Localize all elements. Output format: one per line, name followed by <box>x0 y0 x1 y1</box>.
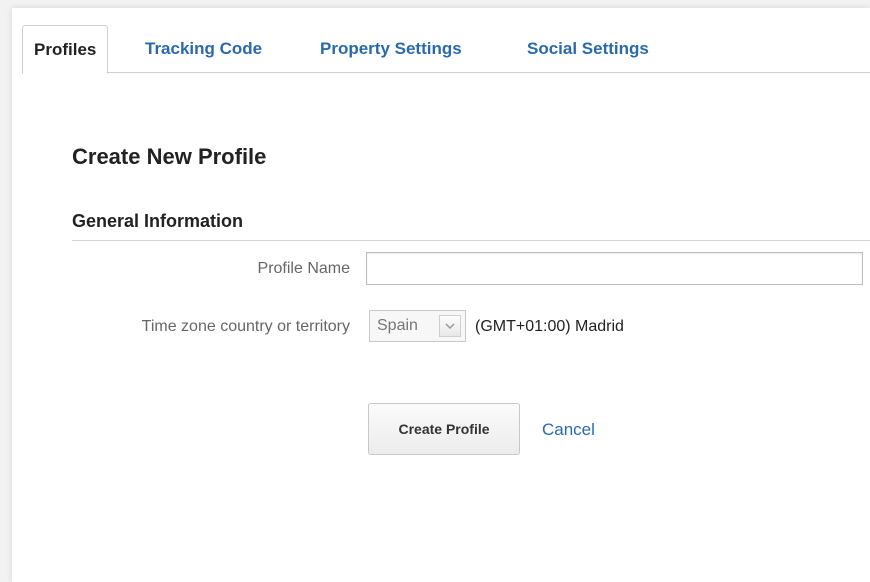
tab-property-settings[interactable]: Property Settings <box>320 25 462 72</box>
timezone-country-select[interactable]: Spain <box>369 310 466 342</box>
tab-tracking-code[interactable]: Tracking Code <box>145 25 262 72</box>
page-title: Create New Profile <box>72 144 267 169</box>
section-divider <box>72 240 870 241</box>
profile-name-label: Profile Name <box>257 260 350 277</box>
timezone-country-value: Spain <box>377 317 418 334</box>
profile-name-input[interactable] <box>366 252 863 285</box>
profile-panel: Profiles Tracking Code Property Settings… <box>12 8 870 582</box>
chevron-down-icon-glyph <box>445 323 455 329</box>
timezone-display: (GMT+01:00) Madrid <box>475 318 624 335</box>
create-profile-button[interactable]: Create Profile <box>368 403 520 455</box>
timezone-label: Time zone country or territory <box>141 318 350 335</box>
tab-bar: Profiles Tracking Code Property Settings… <box>22 25 870 74</box>
section-title: General Information <box>72 211 244 231</box>
tab-profiles[interactable]: Profiles <box>22 25 109 74</box>
chevron-down-icon[interactable] <box>439 315 461 337</box>
cancel-link[interactable]: Cancel <box>542 420 595 440</box>
tab-social-settings[interactable]: Social Settings <box>527 25 649 72</box>
